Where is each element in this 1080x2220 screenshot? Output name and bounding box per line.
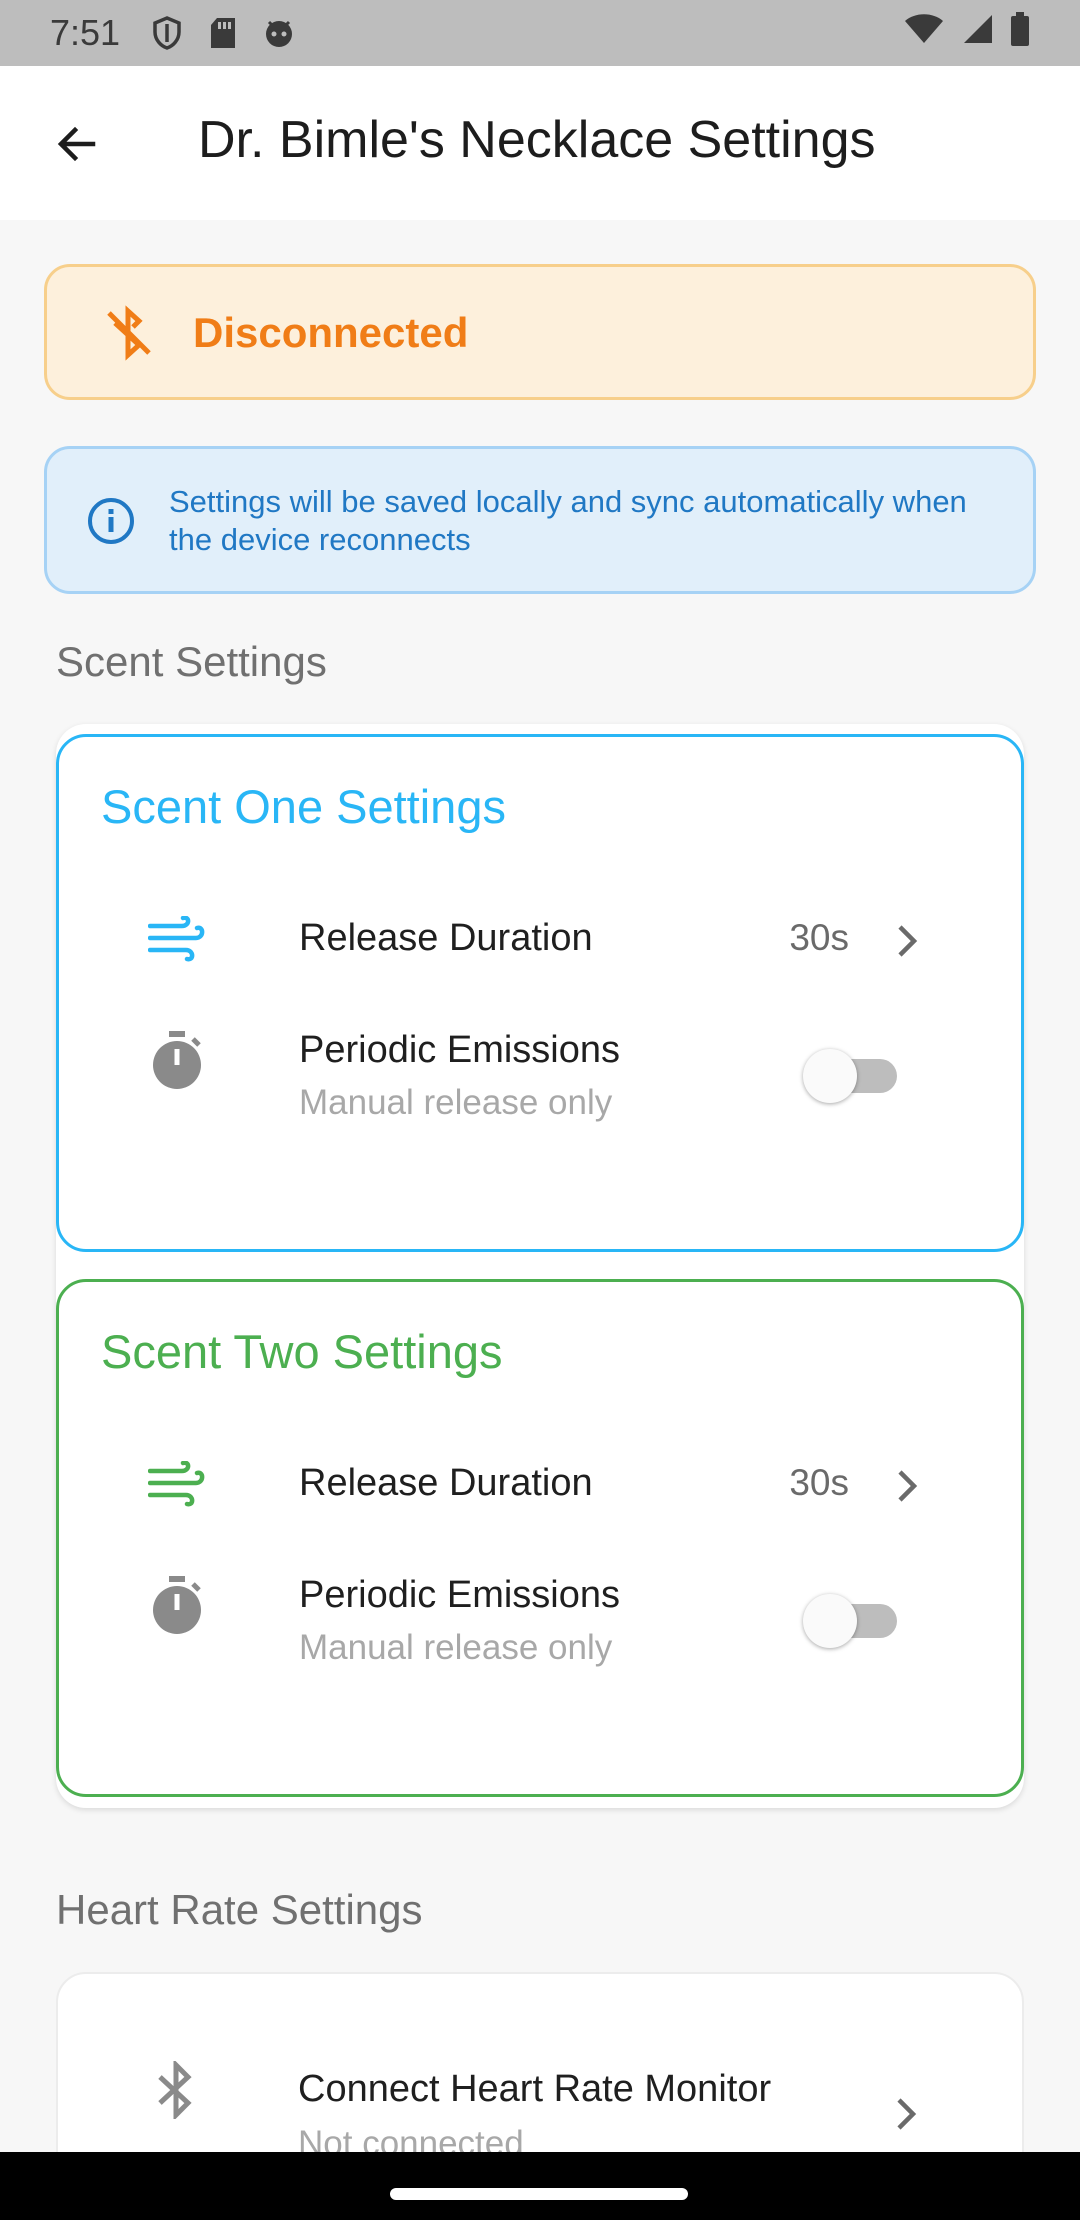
stopwatch-icon	[147, 1576, 207, 1636]
periodic-emissions-label: Periodic Emissions	[299, 1574, 620, 1616]
battery-icon	[1010, 11, 1030, 55]
scent-one-title: Scent One Settings	[101, 780, 506, 833]
shield-icon	[150, 16, 184, 50]
connection-status-banner: Disconnected	[44, 264, 1036, 400]
system-navigation-bar	[0, 2152, 1080, 2220]
periodic-emissions-subtitle: Manual release only	[299, 1628, 613, 1667]
sync-info-banner: Settings will be saved locally and sync …	[44, 446, 1036, 594]
home-gesture-handle[interactable]	[390, 2188, 688, 2200]
bluetooth-disabled-icon	[99, 303, 159, 363]
scent-two-title: Scent Two Settings	[101, 1325, 503, 1378]
scent-one-card: Scent One Settings Release Duration 30s …	[56, 734, 1024, 1252]
connect-heart-rate-row[interactable]: Connect Heart Rate Monitor Not connected	[58, 2044, 1026, 2164]
scent-two-card: Scent Two Settings Release Duration 30s …	[56, 1279, 1024, 1797]
app-bar: Dr. Bimle's Necklace Settings	[0, 66, 1080, 220]
periodic-emissions-toggle[interactable]	[803, 1049, 903, 1103]
chevron-right-icon	[887, 1466, 927, 1506]
stopwatch-icon	[147, 1031, 207, 1091]
bluetooth-icon	[146, 2060, 206, 2120]
chevron-right-icon	[887, 921, 927, 961]
periodic-emissions-subtitle: Manual release only	[299, 1083, 613, 1122]
sd-card-icon	[206, 16, 240, 50]
toggle-thumb	[803, 1049, 857, 1103]
release-duration-label: Release Duration	[299, 917, 593, 959]
release-duration-label: Release Duration	[299, 1462, 593, 1504]
page-title: Dr. Bimle's Necklace Settings	[198, 111, 876, 169]
android-face-icon	[262, 16, 296, 50]
periodic-emissions-label: Periodic Emissions	[299, 1029, 620, 1071]
scent-one-periodic-emissions-row: Periodic Emissions Manual release only	[59, 1027, 1027, 1147]
wind-icon	[147, 1454, 207, 1514]
scent-one-release-duration-row[interactable]: Release Duration 30s	[59, 879, 1027, 999]
release-duration-value: 30s	[789, 1462, 849, 1503]
connect-heart-rate-label: Connect Heart Rate Monitor	[298, 2068, 772, 2110]
status-bar: 7:51	[0, 0, 1080, 66]
release-duration-value: 30s	[789, 917, 849, 958]
sync-info-text: Settings will be saved locally and sync …	[169, 484, 967, 557]
wifi-icon	[904, 12, 944, 54]
wind-icon	[147, 909, 207, 969]
scent-two-release-duration-row[interactable]: Release Duration 30s	[59, 1424, 1027, 1544]
back-arrow-icon[interactable]	[44, 111, 110, 177]
section-title-scent: Scent Settings	[56, 638, 327, 685]
toggle-thumb	[803, 1594, 857, 1648]
info-icon	[85, 495, 137, 547]
chevron-right-icon	[886, 2094, 926, 2134]
cell-signal-icon	[960, 12, 994, 54]
periodic-emissions-toggle[interactable]	[803, 1594, 903, 1648]
status-right-icons	[904, 11, 1030, 55]
connection-status-text: Disconnected	[193, 309, 469, 356]
scent-two-periodic-emissions-row: Periodic Emissions Manual release only	[59, 1572, 1027, 1692]
status-time: 7:51	[50, 12, 121, 53]
section-title-heart-rate: Heart Rate Settings	[56, 1886, 423, 1933]
